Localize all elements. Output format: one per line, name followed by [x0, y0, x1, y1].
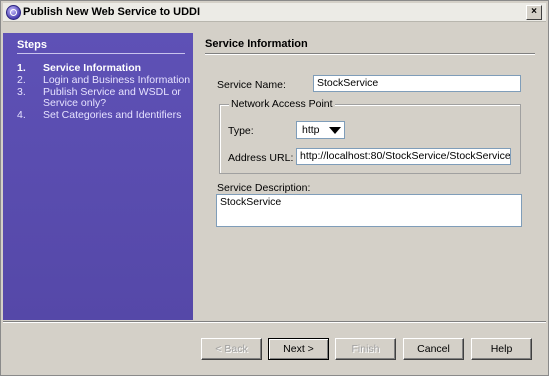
page-title: Service Information — [205, 38, 308, 50]
service-name-label: Service Name: — [217, 79, 286, 91]
step-login-business: 2. Login and Business Information — [17, 75, 193, 86]
service-description-textarea[interactable]: StockService — [216, 194, 522, 227]
type-label: Type: — [228, 125, 254, 137]
type-select-value: http — [302, 124, 320, 136]
step-label: Publish Service and WSDL or Service only… — [43, 86, 181, 109]
address-url-input[interactable]: http://localhost:80/StockService/StockSe… — [296, 148, 511, 165]
type-select[interactable]: http — [296, 121, 345, 139]
content-divider — [205, 53, 535, 55]
step-number: 2. — [17, 74, 26, 86]
title-bar[interactable]: Publish New Web Service to UDDI × — [3, 3, 546, 22]
step-categories-identifiers: 4. Set Categories and Identifiers — [17, 110, 193, 121]
steps-list: 1. Service Information 2. Login and Busi… — [17, 63, 193, 122]
service-name-input[interactable]: StockService — [313, 75, 521, 92]
steps-heading: Steps — [17, 39, 47, 51]
close-icon: × — [531, 6, 537, 17]
step-number: 1. — [17, 62, 26, 74]
back-button[interactable]: < Back — [201, 338, 262, 360]
step-publish-service-wsdl: 3. Publish Service and WSDL or Service o… — [17, 87, 193, 109]
service-description-label: Service Description: — [217, 182, 311, 194]
next-button[interactable]: Next > — [268, 338, 329, 360]
steps-panel: Steps 1. Service Information 2. Login an… — [3, 33, 193, 320]
uddi-globe-icon — [6, 5, 21, 20]
steps-divider — [17, 53, 185, 54]
help-button[interactable]: Help — [471, 338, 532, 360]
step-label: Login and Business Information — [43, 74, 191, 86]
step-label: Set Categories and Identifiers — [43, 109, 182, 121]
step-label: Service Information — [43, 62, 142, 74]
close-button[interactable]: × — [526, 5, 542, 20]
network-access-point-title: Network Access Point — [229, 98, 335, 110]
window-title: Publish New Web Service to UDDI — [23, 6, 201, 18]
finish-button[interactable]: Finish — [335, 338, 396, 360]
chevron-down-icon — [329, 127, 341, 134]
step-number: 3. — [17, 86, 26, 98]
publish-dialog-window: Publish New Web Service to UDDI × Steps … — [0, 0, 549, 376]
cancel-button[interactable]: Cancel — [403, 338, 464, 360]
step-number: 4. — [17, 109, 26, 121]
step-service-information: 1. Service Information — [17, 63, 193, 74]
address-url-label: Address URL: — [228, 152, 294, 164]
button-bar-divider — [3, 321, 546, 323]
